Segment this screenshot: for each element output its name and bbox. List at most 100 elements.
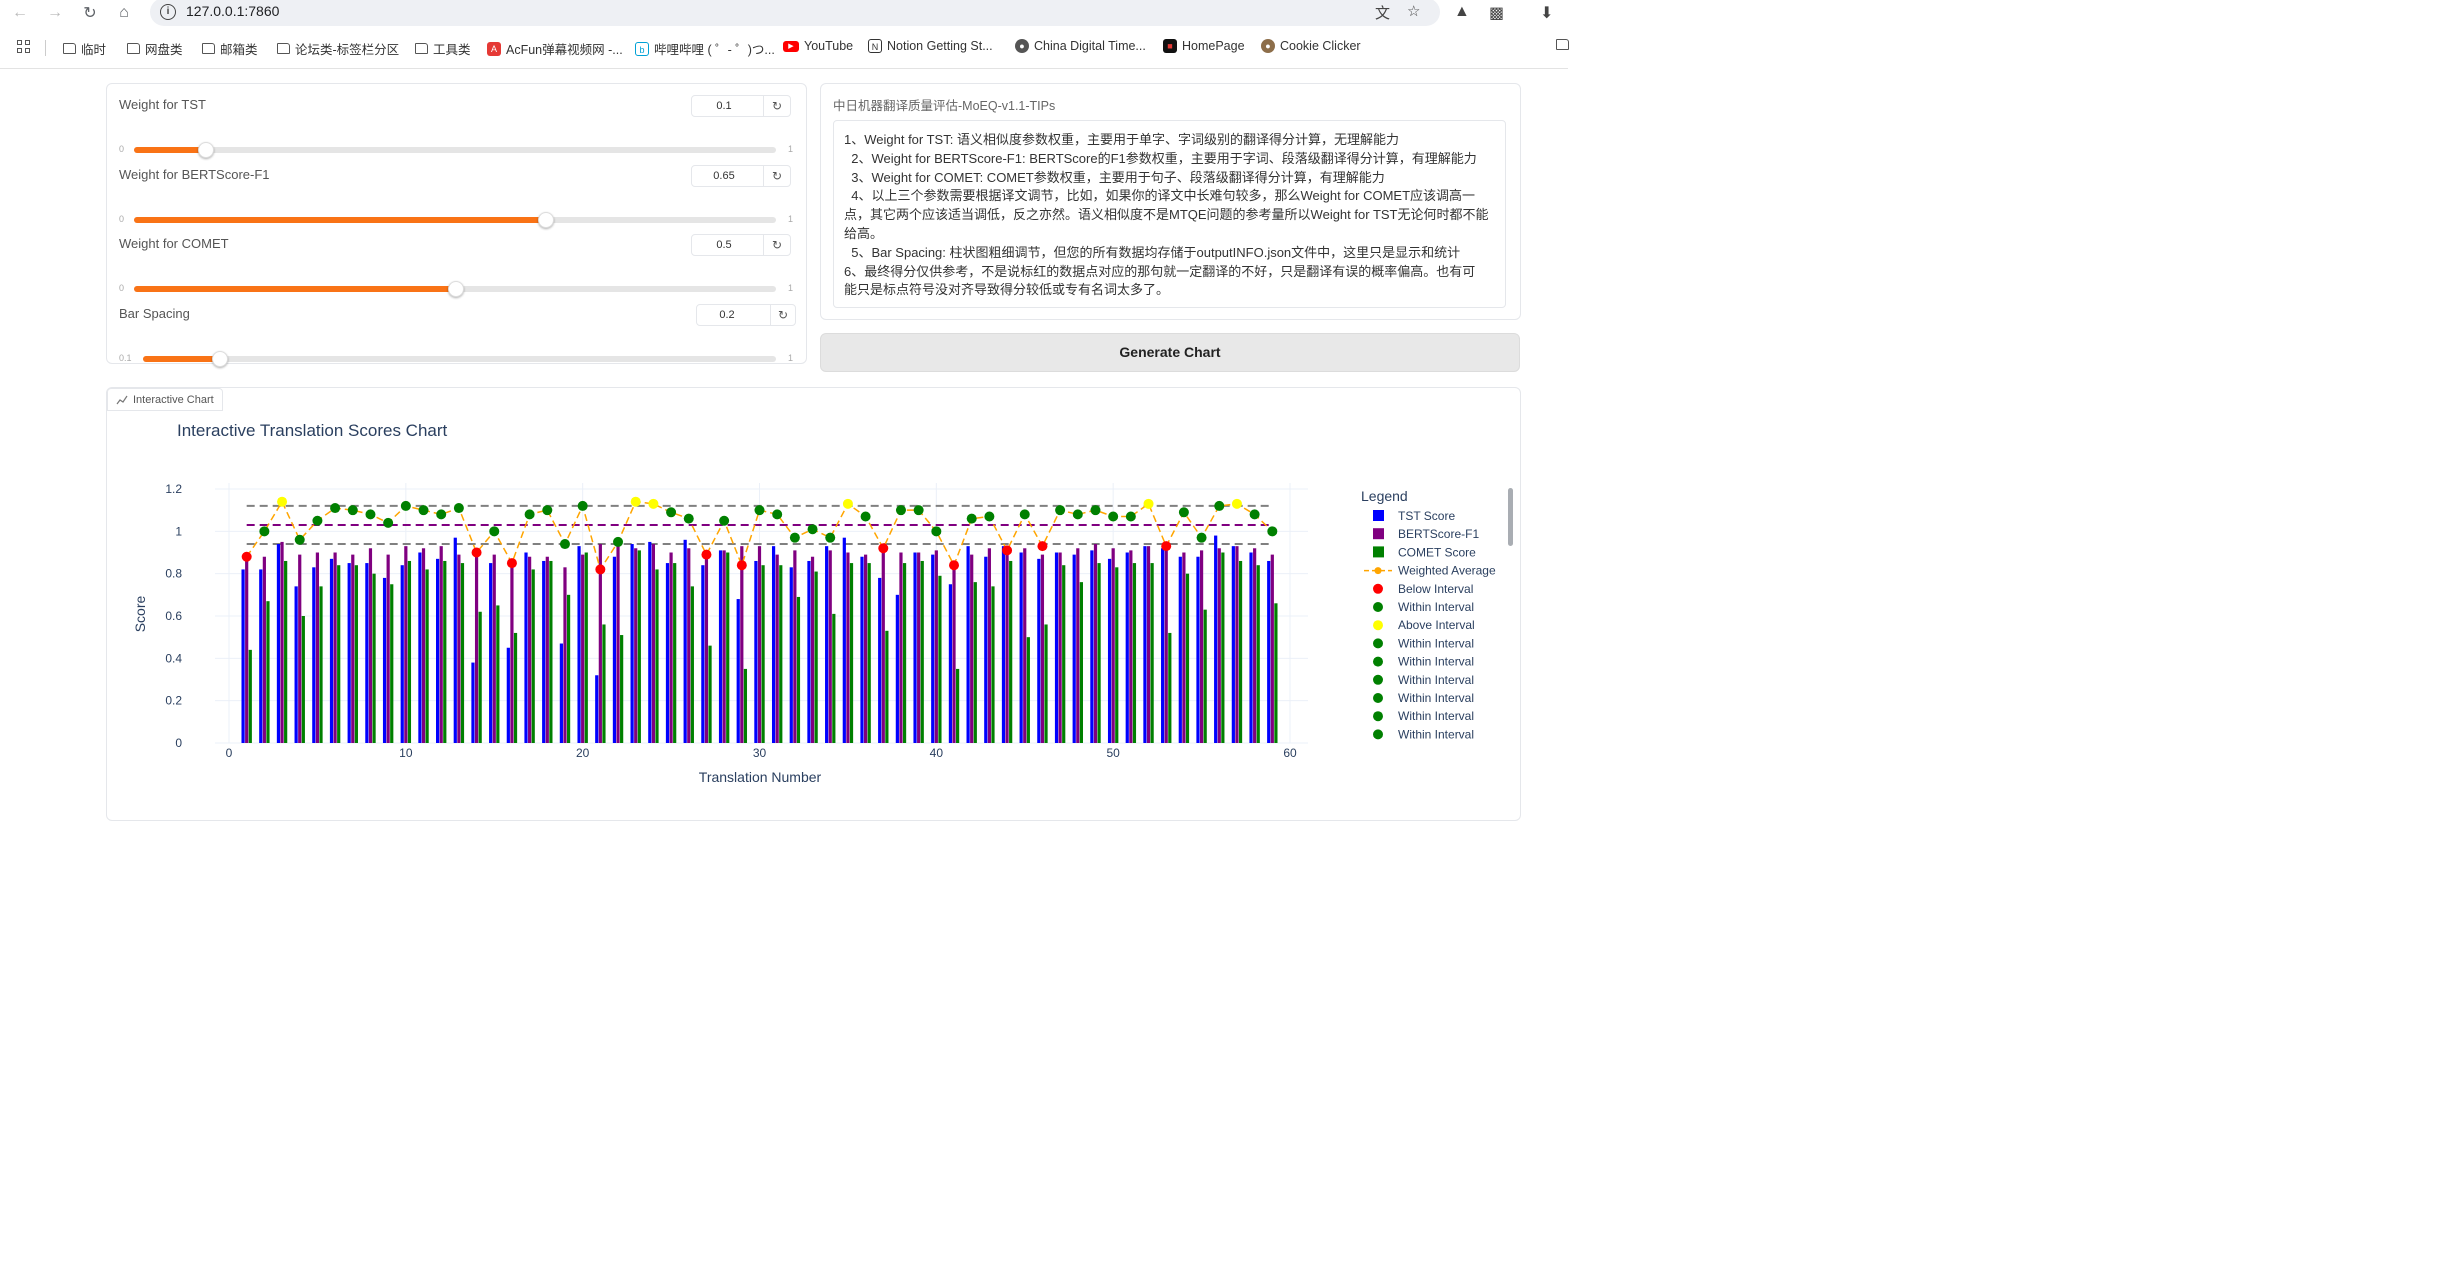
bookmark-item[interactable]: N Notion Getting St... <box>868 39 993 53</box>
number-input[interactable]: 0.5 ↻ <box>691 234 791 256</box>
slider-fill <box>134 147 205 153</box>
back-arrow-icon[interactable]: ← <box>9 2 31 24</box>
slider-track[interactable] <box>143 351 776 367</box>
bookmark-label: 网盘类 <box>145 43 183 57</box>
bookmark-item[interactable]: 工具类 <box>415 39 471 58</box>
translate-icon[interactable]: 文 <box>1375 2 1390 23</box>
folder-icon <box>415 43 428 54</box>
extension-icon[interactable]: ▲ <box>1454 3 1470 21</box>
folder-icon <box>277 43 290 54</box>
home-icon[interactable]: ⌂ <box>113 2 135 24</box>
address-bar[interactable]: i 127.0.0.1:7860 文 ☆ <box>150 0 1440 26</box>
site-info-icon[interactable]: i <box>160 4 176 20</box>
slider-track[interactable] <box>134 212 776 228</box>
number-value[interactable]: 0.2 <box>697 309 757 321</box>
browser-toolbar: ← → ↻ ⌂ i 127.0.0.1:7860 文 ☆ ▲ ▩ ⬇ 临时 网盘… <box>0 0 1569 69</box>
bookmark-label: Cookie Clicker <box>1280 39 1361 53</box>
tip-line: 5、Bar Spacing: 柱状图粗细调节，但您的所有数据均存储于output… <box>844 244 1461 260</box>
bookmark-label: 工具类 <box>433 43 471 57</box>
slider-min: 0 <box>119 144 125 154</box>
bookmark-label: 临时 <box>81 43 107 57</box>
bookmark-star-icon[interactable]: ☆ <box>1407 2 1420 20</box>
number-value[interactable]: 0.65 <box>692 170 756 182</box>
folder-icon <box>63 43 76 54</box>
slider-thumb[interactable] <box>537 212 554 228</box>
notion-icon: N <box>868 39 882 53</box>
generate-chart-button[interactable]: Generate Chart <box>820 333 1520 372</box>
chart-line-icon <box>116 395 128 404</box>
navigation-row: ← → ↻ ⌂ i 127.0.0.1:7860 文 ☆ ▲ ▩ ⬇ <box>0 0 1568 28</box>
number-value[interactable]: 0.1 <box>692 100 756 112</box>
download-icon[interactable]: ⬇ <box>1540 3 1553 23</box>
slider-thumb[interactable] <box>448 281 464 297</box>
bookmark-label: 论坛类-标签栏分区 <box>295 43 400 57</box>
slider-label: Weight for BERTScore-F1 <box>119 167 270 182</box>
acfun-icon: A <box>487 41 501 56</box>
bookmark-separator <box>45 40 46 56</box>
forward-arrow-icon[interactable]: → <box>44 2 66 24</box>
number-input[interactable]: 0.1 ↻ <box>691 95 791 117</box>
apps-grid-icon[interactable] <box>17 40 31 54</box>
slider-label: Bar Spacing <box>119 306 190 321</box>
bookmark-item[interactable]: 网盘类 <box>127 39 183 58</box>
cookie-icon: ● <box>1261 39 1275 53</box>
slider-track[interactable] <box>134 142 776 158</box>
chart-tab-label: Interactive Chart <box>133 393 214 406</box>
bookmark-item[interactable]: b 哔哩哔哩 ( ゜- ゜)つ... <box>635 39 775 58</box>
bookmark-item[interactable]: 论坛类-标签栏分区 <box>277 39 399 58</box>
number-input[interactable]: 0.2 ↻ <box>696 304 796 326</box>
bookmark-item[interactable]: ● Cookie Clicker <box>1261 39 1361 53</box>
slider-weight-tst: Weight for TST 0.1 ↻ 0 1 <box>119 95 795 159</box>
slider-min: 0.1 <box>119 353 132 363</box>
tip-line: 4、以上三个参数需要根据译文调节，比如，如果你的译文中长难句较多，那么Weigh… <box>844 188 1476 204</box>
bookmark-item[interactable]: 临时 <box>63 39 106 58</box>
url-text[interactable]: 127.0.0.1:7860 <box>186 3 279 19</box>
bookmark-label: 邮箱类 <box>220 43 258 57</box>
tips-textbox[interactable]: 1、Weight for TST: 语义相似度参数权重，主要用于单字、字词级别的… <box>833 120 1506 308</box>
tips-panel: 中日机器翻译质量评估-MoEQ-v1.1-TIPs 1、Weight for T… <box>820 83 1521 320</box>
slider-weight-comet: Weight for COMET 0.5 ↻ 0 1 <box>119 234 795 298</box>
bookmark-label: HomePage <box>1182 39 1245 53</box>
slider-thumb[interactable] <box>197 142 214 158</box>
youtube-icon: ▶ <box>783 40 799 52</box>
slider-max: 1 <box>788 283 794 293</box>
reload-icon[interactable]: ↻ <box>79 2 101 24</box>
bookmark-label: Notion Getting St... <box>887 39 993 53</box>
slider-max: 1 <box>788 144 794 154</box>
reset-icon[interactable]: ↻ <box>763 96 790 116</box>
bookmark-label: China Digital Time... <box>1034 39 1146 53</box>
slider-max: 1 <box>788 214 794 224</box>
chart-panel <box>106 387 1521 821</box>
reset-icon[interactable]: ↻ <box>763 166 790 186</box>
slider-max: 1 <box>788 353 794 363</box>
slider-fill <box>134 217 545 223</box>
reset-icon[interactable]: ↻ <box>770 305 795 325</box>
reset-icon[interactable]: ↻ <box>763 235 790 255</box>
tip-line: 6、最终得分仅供参考，不是说标红的数据点对应的那句就一定翻译的不好，只是翻译有误… <box>844 263 1476 279</box>
tip-line: 1、Weight for TST: 语义相似度参数权重，主要用于单字、字词级别的… <box>844 132 1399 147</box>
bookmark-item[interactable]: ▶ YouTube <box>783 39 853 53</box>
slider-fill <box>143 356 219 362</box>
folder-icon <box>202 43 215 54</box>
chart-tab: Interactive Chart <box>107 388 223 411</box>
other-bookmarks-folder[interactable] <box>1556 39 1569 50</box>
bookmark-item[interactable]: A AcFun弹幕视频网 -... <box>487 39 623 58</box>
bookmarks-bar: 临时 网盘类 邮箱类 论坛类-标签栏分区 工具类 A AcFun弹幕视频网 -..… <box>0 36 1569 60</box>
slider-fill <box>134 286 455 292</box>
bookmark-item[interactable]: ● China Digital Time... <box>1015 39 1146 53</box>
slider-min: 0 <box>119 214 125 224</box>
tip-line: 给高。 <box>844 225 884 241</box>
folder-icon <box>127 43 140 54</box>
slider-min: 0 <box>119 283 125 293</box>
globe-icon: ● <box>1015 39 1029 53</box>
slider-thumb[interactable] <box>211 351 228 367</box>
slider-track[interactable] <box>134 281 776 297</box>
slider-label: Weight for TST <box>119 97 206 112</box>
bookmark-label: 哔哩哔哩 ( ゜- ゜)つ... <box>654 43 775 57</box>
weights-panel: Weight for TST 0.1 ↻ 0 1 Weight for BERT… <box>106 83 807 367</box>
number-input[interactable]: 0.65 ↻ <box>691 165 791 187</box>
extensions-puzzle-icon[interactable]: ▩ <box>1489 3 1504 23</box>
bookmark-item[interactable]: ■ HomePage <box>1163 39 1245 53</box>
bookmark-item[interactable]: 邮箱类 <box>202 39 258 58</box>
number-value[interactable]: 0.5 <box>692 239 756 251</box>
